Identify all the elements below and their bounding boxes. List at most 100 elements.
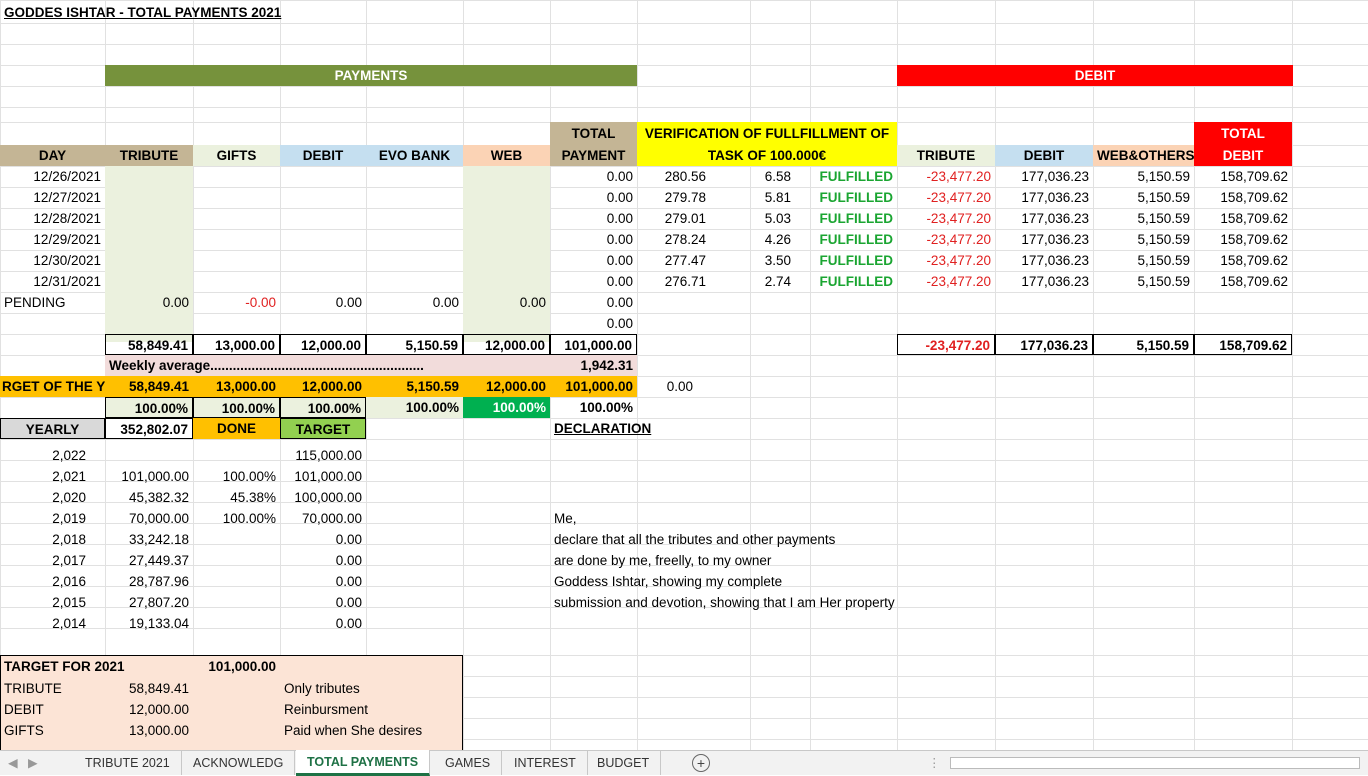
row-d-debit[interactable]: 177,036.23	[995, 271, 1093, 292]
sheet-title[interactable]: GODDES ISHTAR - TOTAL PAYMENTS 2021	[0, 2, 300, 23]
total-gifts[interactable]: 13,000.00	[193, 334, 280, 355]
row-d-total[interactable]: 158,709.62	[1194, 166, 1292, 187]
yearly-year[interactable]: 2,020	[0, 487, 90, 508]
percent-tribute[interactable]: 100.00%	[105, 397, 193, 418]
percent-evo[interactable]: 100.00%	[366, 397, 463, 418]
row-verification-remaining[interactable]: 5.81	[710, 187, 795, 208]
row-d-tribute[interactable]: -23,477.20	[897, 250, 995, 271]
row-day[interactable]: 12/27/2021	[0, 187, 105, 208]
more-options-icon[interactable]: ⋮	[928, 751, 941, 775]
row-total-payment[interactable]: 0.00	[550, 229, 637, 250]
yearly-amount[interactable]: 33,242.18	[105, 529, 193, 550]
row-status[interactable]: FULFILLED	[795, 271, 897, 292]
yearly-percent[interactable]: 100.00%	[193, 508, 280, 529]
done-label[interactable]: DONE	[193, 418, 280, 439]
yearly-target[interactable]: 101,000.00	[280, 466, 366, 487]
yearly-amount[interactable]: 27,807.20	[105, 592, 193, 613]
percent-gifts[interactable]: 100.00%	[193, 397, 280, 418]
header-total-payment-1[interactable]: TOTAL	[550, 123, 637, 144]
row-d-debit[interactable]: 177,036.23	[995, 229, 1093, 250]
row-d-debit[interactable]: 177,036.23	[995, 208, 1093, 229]
yearly-year[interactable]: 2,021	[0, 466, 90, 487]
row-total-payment[interactable]: 0.00	[550, 208, 637, 229]
row-d-web[interactable]: 5,150.59	[1093, 271, 1194, 292]
row-d-total[interactable]: 158,709.62	[1194, 208, 1292, 229]
tab-total-payments[interactable]: TOTAL PAYMENTS	[296, 750, 431, 776]
row-d-tribute[interactable]: -23,477.20	[897, 229, 995, 250]
target-label[interactable]: TARGET	[280, 418, 366, 439]
total-evo[interactable]: 5,150.59	[366, 334, 463, 355]
yearly-amount[interactable]: 70,000.00	[105, 508, 193, 529]
target-year-tribute[interactable]: 58,849.41	[105, 376, 193, 397]
row-day[interactable]: 12/26/2021	[0, 166, 105, 187]
row-d-total[interactable]: 158,709.62	[1194, 187, 1292, 208]
yearly-amount[interactable]: 45,382.32	[105, 487, 193, 508]
yearly-amount[interactable]	[105, 445, 193, 466]
target-row-note[interactable]: Only tributes	[280, 678, 460, 699]
row-status[interactable]: FULFILLED	[795, 187, 897, 208]
percent-web[interactable]: 100.00%	[463, 397, 550, 418]
pending-total[interactable]: 0.00	[550, 292, 637, 313]
row-day[interactable]: 12/28/2021	[0, 208, 105, 229]
header-verification-1[interactable]: VERIFICATION OF FULLFILLMENT OF	[637, 123, 897, 144]
row-verification-remaining[interactable]: 5.03	[710, 208, 795, 229]
total-web[interactable]: 12,000.00	[463, 334, 550, 355]
yearly-label[interactable]: YEARLY	[0, 418, 105, 439]
yearly-percent[interactable]: 45.38%	[193, 487, 280, 508]
yearly-amount[interactable]: 19,133.04	[105, 613, 193, 634]
row-verification-value[interactable]: 276.71	[637, 271, 710, 292]
yearly-percent[interactable]	[193, 445, 280, 466]
header-evo-bank[interactable]: EVO BANK	[366, 145, 463, 166]
yearly-percent[interactable]	[193, 571, 280, 592]
declaration-line[interactable]: Goddess Ishtar, showing my complete	[550, 571, 950, 592]
row-verification-value[interactable]: 279.01	[637, 208, 710, 229]
row-d-web[interactable]: 5,150.59	[1093, 250, 1194, 271]
tab-budget[interactable]: BUDGET	[586, 751, 662, 775]
target-row-value[interactable]: 12,000.00	[105, 699, 193, 720]
target-year-total[interactable]: 101,000.00	[550, 376, 637, 397]
percent-debit[interactable]: 100.00%	[280, 397, 366, 418]
row-total-payment[interactable]: 0.00	[550, 166, 637, 187]
header-day[interactable]: DAY	[0, 145, 105, 166]
target-year-web[interactable]: 12,000.00	[463, 376, 550, 397]
row-d-web[interactable]: 5,150.59	[1093, 208, 1194, 229]
header-web[interactable]: WEB	[463, 145, 550, 166]
weekly-average-value[interactable]: 1,942.31	[550, 355, 637, 376]
row-verification-remaining[interactable]: 3.50	[710, 250, 795, 271]
header-total-debit-2[interactable]: DEBIT	[1194, 145, 1292, 166]
yearly-year[interactable]: 2,016	[0, 571, 90, 592]
yearly-year[interactable]: 2,015	[0, 592, 90, 613]
spreadsheet-grid[interactable]: GODDES ISHTAR - TOTAL PAYMENTS 2021 PAYME…	[0, 0, 1368, 750]
row-verification-value[interactable]: 278.24	[637, 229, 710, 250]
row-d-total[interactable]: 158,709.62	[1194, 229, 1292, 250]
yearly-amount[interactable]: 27,449.37	[105, 550, 193, 571]
row-d-tribute[interactable]: -23,477.20	[897, 166, 995, 187]
header-verification-2[interactable]: TASK OF 100.000€	[637, 145, 897, 166]
target-row-value[interactable]: 58,849.41	[105, 678, 193, 699]
target-box-title[interactable]: TARGET FOR 2021	[0, 656, 200, 677]
target-row-value[interactable]: 13,000.00	[105, 720, 193, 741]
declaration-line[interactable]: submission and devotion, showing that I …	[550, 592, 950, 613]
pending-debit[interactable]: 0.00	[280, 292, 366, 313]
row-verification-value[interactable]: 279.78	[637, 187, 710, 208]
add-sheet-icon[interactable]: +	[692, 754, 710, 772]
yearly-percent[interactable]: 100.00%	[193, 466, 280, 487]
row-d-debit[interactable]: 177,036.23	[995, 166, 1093, 187]
row-status[interactable]: FULFILLED	[795, 166, 897, 187]
row-total-payment[interactable]: 0.00	[550, 271, 637, 292]
yearly-year[interactable]: 2,019	[0, 508, 90, 529]
row-d-total[interactable]: 158,709.62	[1194, 250, 1292, 271]
row-d-total[interactable]: 158,709.62	[1194, 271, 1292, 292]
horizontal-scrollbar[interactable]	[950, 757, 1360, 769]
tab-acknowledg[interactable]: ACKNOWLEDG	[182, 751, 296, 775]
yearly-percent[interactable]	[193, 592, 280, 613]
row-status[interactable]: FULFILLED	[795, 250, 897, 271]
declaration-line[interactable]: Me,	[550, 508, 950, 529]
header-d-debit[interactable]: DEBIT	[995, 145, 1093, 166]
pending-tribute[interactable]: 0.00	[105, 292, 193, 313]
tab-interest[interactable]: INTEREST	[503, 751, 588, 775]
row-verification-value[interactable]: 280.56	[637, 166, 710, 187]
target-year-label[interactable]: RGET OF THE YE	[0, 376, 105, 397]
yearly-target[interactable]: 0.00	[280, 613, 366, 634]
row-d-debit[interactable]: 177,036.23	[995, 187, 1093, 208]
